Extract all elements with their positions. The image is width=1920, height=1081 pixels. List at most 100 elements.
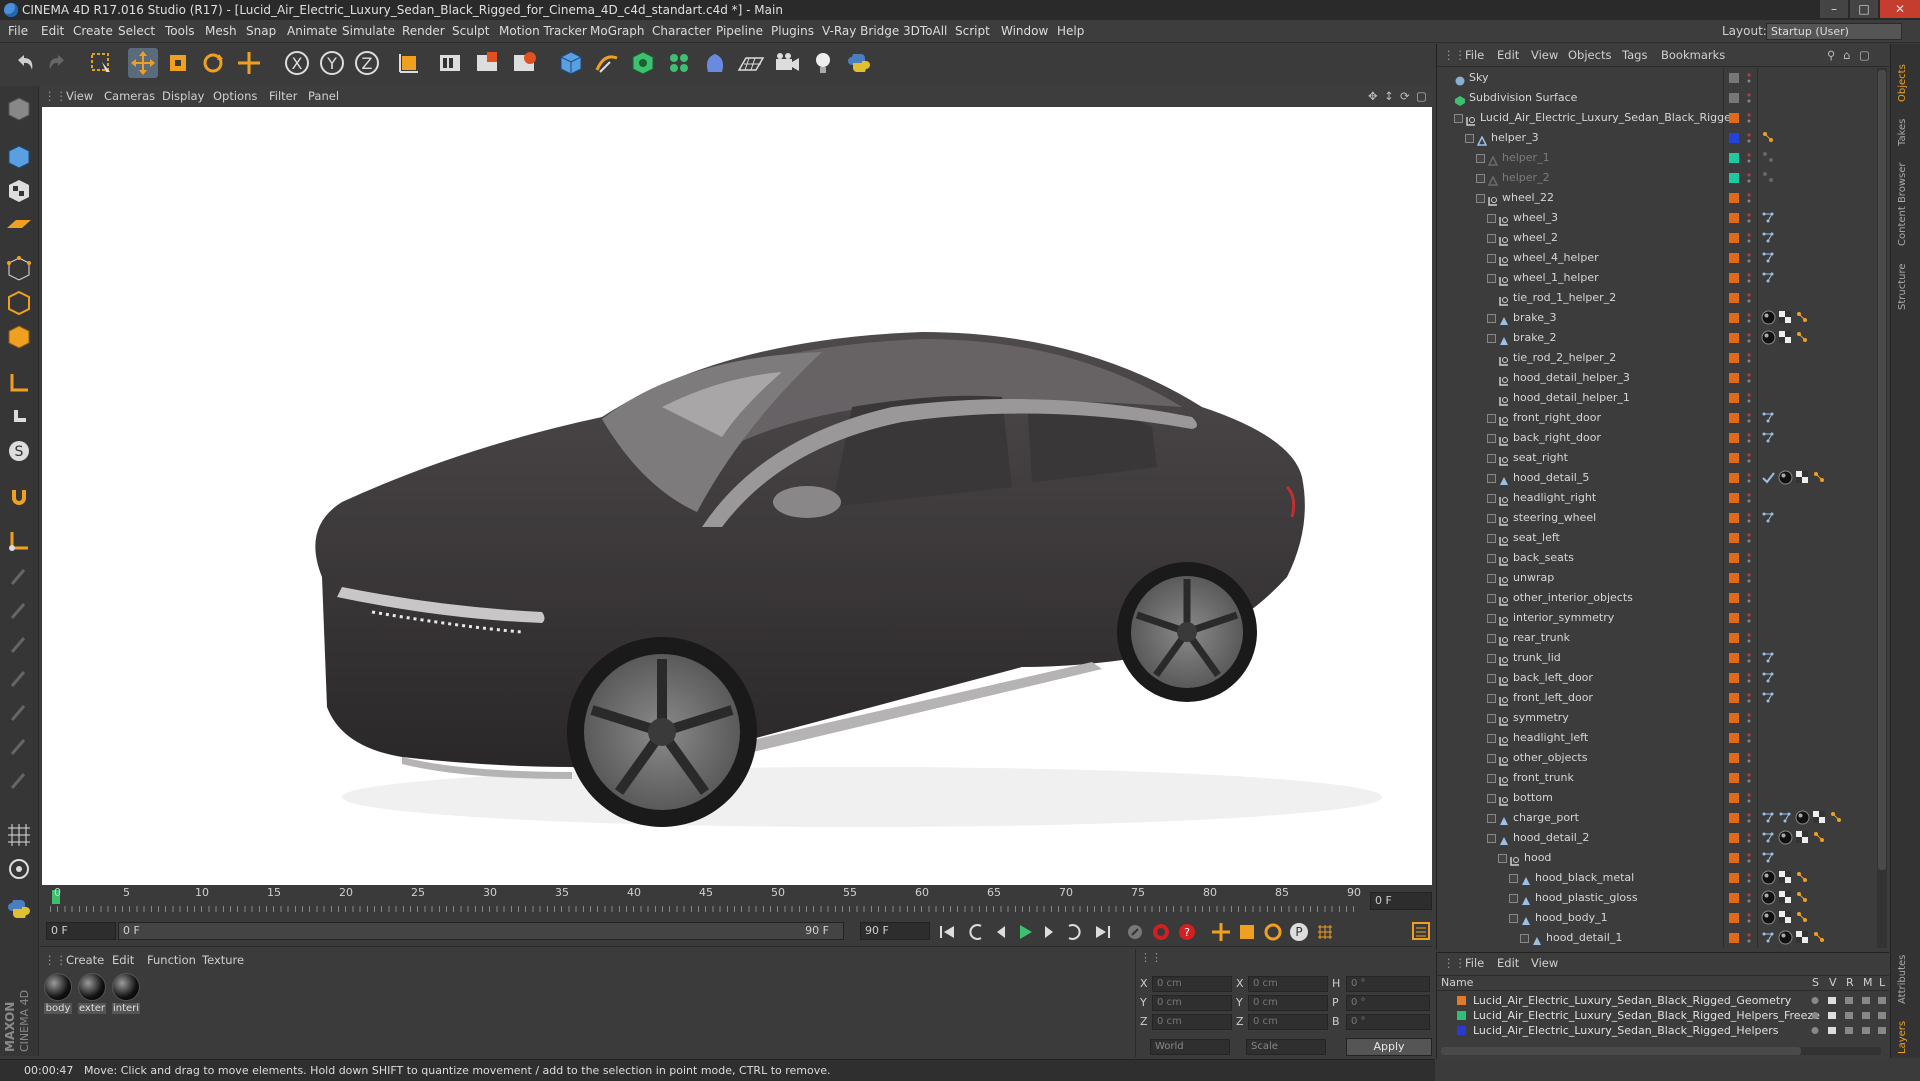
subdivision-surface-icon[interactable]: [628, 48, 658, 78]
layer-color-swatch[interactable]: [1729, 613, 1739, 623]
menu-edit[interactable]: Edit: [41, 20, 64, 42]
layer-name[interactable]: Lucid_Air_Electric_Luxury_Sedan_Black_Ri…: [1473, 1008, 1820, 1023]
visibility-dots-icon[interactable]: [1747, 532, 1751, 544]
layer-name[interactable]: Lucid_Air_Electric_Luxury_Sedan_Black_Ri…: [1473, 993, 1791, 1008]
viewport-maximize-icon[interactable]: ▢: [1416, 86, 1427, 106]
layer-color-swatch[interactable]: [1457, 996, 1466, 1005]
texture-tag-icon[interactable]: [1812, 810, 1827, 825]
xpresso-tag-icon[interactable]: [1761, 210, 1776, 225]
layer-flags-icon[interactable]: [1809, 1025, 1889, 1036]
object-name[interactable]: hood_plastic_gloss: [1535, 888, 1638, 908]
expand-toggle-icon[interactable]: [1487, 214, 1496, 223]
om-menu-edit[interactable]: Edit: [1497, 44, 1519, 66]
coord-size-mode-select[interactable]: Scale: [1246, 1039, 1326, 1055]
maximize-button[interactable]: □: [1850, 0, 1878, 18]
object-row[interactable]: tie_rod_1_helper_2: [1437, 288, 1889, 308]
coord-rot-b-field[interactable]: 0 °: [1346, 1014, 1430, 1030]
expand-toggle-icon[interactable]: [1487, 414, 1496, 423]
object-row[interactable]: front_right_door: [1437, 408, 1889, 428]
texture-tag-icon[interactable]: [1795, 930, 1810, 945]
minimize-button[interactable]: –: [1820, 0, 1848, 18]
material-swatch[interactable]: exter: [78, 973, 106, 1014]
visibility-dots-icon[interactable]: [1747, 412, 1751, 424]
expand-toggle-icon[interactable]: [1520, 934, 1529, 943]
python-generator-icon[interactable]: [4, 894, 34, 924]
material-tag-icon[interactable]: [1778, 830, 1793, 845]
object-name[interactable]: front_left_door: [1513, 688, 1593, 708]
model-mode-icon[interactable]: [4, 142, 34, 172]
tab-structure[interactable]: Structure: [1897, 250, 1915, 310]
visibility-dots-icon[interactable]: [1747, 932, 1751, 944]
constraint-tag-icon[interactable]: [1795, 310, 1810, 325]
xpresso-tag-icon[interactable]: [1778, 810, 1793, 825]
expand-toggle-icon[interactable]: [1487, 514, 1496, 523]
menu-sculpt[interactable]: Sculpt: [452, 20, 489, 42]
object-row[interactable]: hood_detail_helper_1: [1437, 388, 1889, 408]
expand-toggle-icon[interactable]: [1487, 494, 1496, 503]
object-row[interactable]: headlight_right: [1437, 488, 1889, 508]
viewport-menu-panel[interactable]: Panel: [308, 86, 339, 106]
object-name[interactable]: steering_wheel: [1513, 508, 1596, 528]
constraint-tag-icon[interactable]: [1812, 470, 1827, 485]
object-tree-scrollbar[interactable]: [1877, 68, 1887, 948]
visibility-dots-icon[interactable]: [1747, 92, 1751, 104]
object-name[interactable]: wheel_3: [1513, 208, 1558, 228]
object-row[interactable]: wheel_1_helper: [1437, 268, 1889, 288]
constraint-tag-icon[interactable]: [1795, 870, 1810, 885]
object-name[interactable]: headlight_left: [1513, 728, 1588, 748]
layer-color-swatch[interactable]: [1729, 913, 1739, 923]
visibility-dots-icon[interactable]: [1747, 212, 1751, 224]
timeline-layout-icon[interactable]: [1410, 920, 1432, 942]
coord-pos-x-field[interactable]: 0 cm: [1152, 976, 1232, 992]
material-menu-create[interactable]: Create: [66, 951, 104, 969]
undo-icon[interactable]: [10, 48, 40, 78]
visibility-dots-icon[interactable]: [1747, 812, 1751, 824]
cube-primitive-icon[interactable]: [556, 48, 586, 78]
object-row[interactable]: trunk_lid: [1437, 648, 1889, 668]
object-name[interactable]: other_interior_objects: [1513, 588, 1633, 608]
om-menu-tags[interactable]: Tags: [1622, 44, 1647, 66]
object-row[interactable]: back_left_door: [1437, 668, 1889, 688]
layer-color-swatch[interactable]: [1729, 213, 1739, 223]
om-new-window-icon[interactable]: ▢: [1859, 44, 1870, 66]
layer-color-swatch[interactable]: [1729, 93, 1739, 103]
layer-color-swatch[interactable]: [1729, 253, 1739, 263]
coord-rot-h-field[interactable]: 0 °: [1346, 976, 1430, 992]
key-rotation-icon[interactable]: [1262, 921, 1284, 943]
visibility-dots-icon[interactable]: [1747, 912, 1751, 924]
object-name[interactable]: hood_detail_helper_3: [1513, 368, 1630, 388]
visibility-dots-icon[interactable]: [1747, 192, 1751, 204]
object-name[interactable]: rear_trunk: [1513, 628, 1570, 648]
key-scale-icon[interactable]: [1236, 921, 1258, 943]
xpresso-tag-icon[interactable]: [1761, 430, 1776, 445]
expand-toggle-icon[interactable]: [1487, 314, 1496, 323]
viewport-menu-display[interactable]: Display: [162, 86, 204, 106]
layer-color-swatch[interactable]: [1729, 393, 1739, 403]
visibility-dots-icon[interactable]: [1747, 572, 1751, 584]
expand-toggle-icon[interactable]: [1509, 874, 1518, 883]
object-name[interactable]: symmetry: [1513, 708, 1569, 728]
xpresso-tag-icon[interactable]: [1761, 830, 1776, 845]
layer-color-swatch[interactable]: [1729, 413, 1739, 423]
viewport-menu-options[interactable]: Options: [213, 86, 257, 106]
tab-objects[interactable]: Objects: [1897, 48, 1915, 102]
texture-tag-icon[interactable]: [1778, 310, 1793, 325]
object-name[interactable]: Subdivision Surface: [1469, 88, 1577, 108]
texture-tag-icon[interactable]: [1778, 890, 1793, 905]
axis-modifier-icon[interactable]: [4, 526, 34, 556]
layer-color-swatch[interactable]: [1729, 153, 1739, 163]
object-name[interactable]: back_left_door: [1513, 668, 1593, 688]
viewport-nav-zoom-icon[interactable]: ↕: [1384, 86, 1394, 106]
object-name[interactable]: front_right_door: [1513, 408, 1601, 428]
layer-color-swatch[interactable]: [1457, 1026, 1466, 1035]
layer-color-swatch[interactable]: [1457, 1011, 1466, 1020]
object-name[interactable]: hood_body_1: [1535, 908, 1608, 928]
material-swatch[interactable]: body: [44, 973, 72, 1014]
y-axis-icon[interactable]: Y: [317, 48, 347, 78]
object-name[interactable]: tie_rod_2_helper_2: [1513, 348, 1616, 368]
constraint-tag-icon[interactable]: [1761, 170, 1776, 185]
object-name[interactable]: brake_3: [1513, 308, 1557, 328]
menu-plugins[interactable]: Plugins: [771, 20, 814, 42]
visibility-dots-icon[interactable]: [1747, 452, 1751, 464]
object-row[interactable]: front_left_door: [1437, 688, 1889, 708]
